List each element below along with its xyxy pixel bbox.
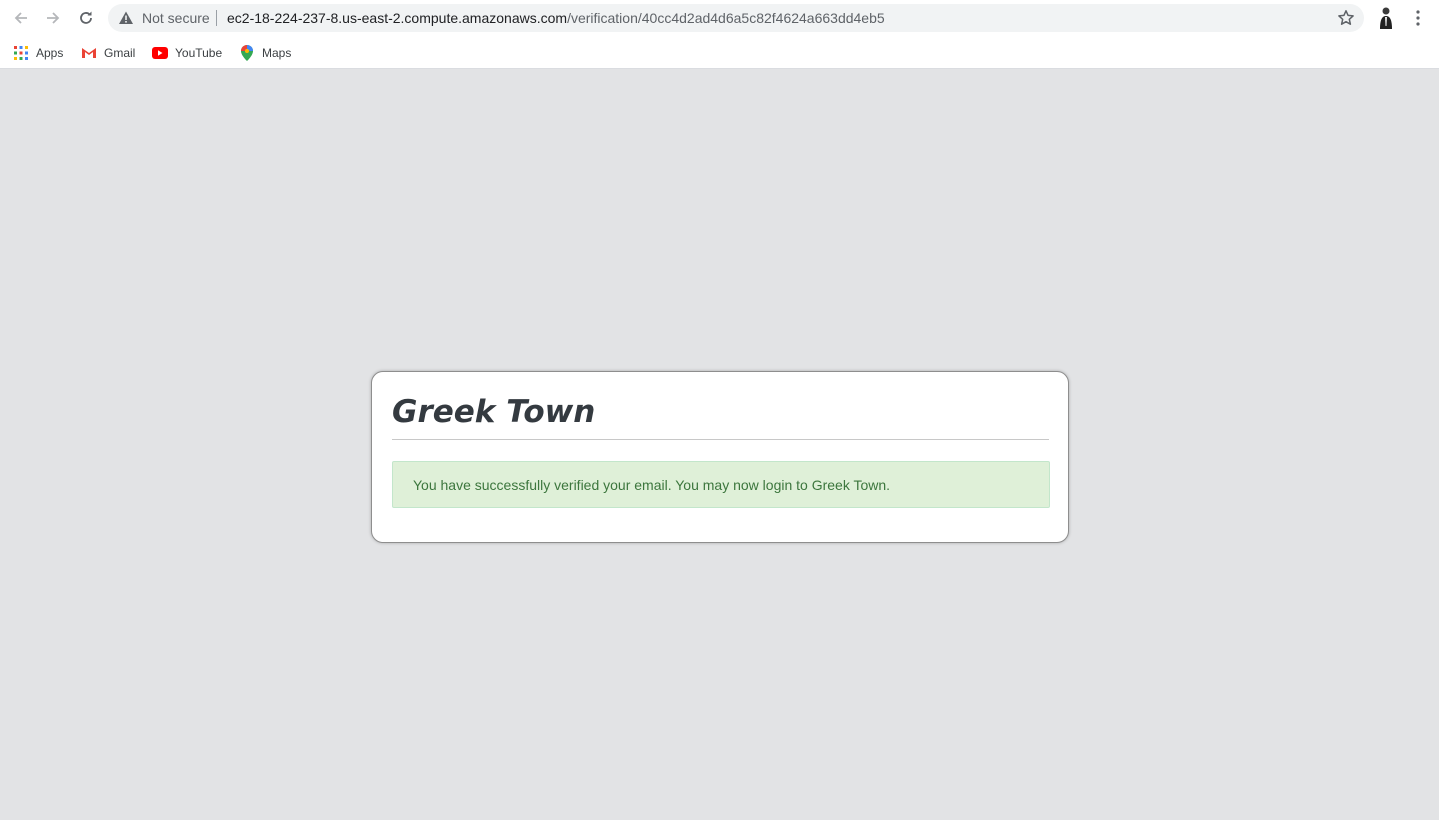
bookmark-maps[interactable]: Maps [239,42,291,64]
title-divider [392,439,1049,440]
success-alert: You have successfully verified your emai… [392,461,1050,508]
success-message: You have successfully verified your emai… [413,477,891,493]
warning-icon [119,11,133,24]
kebab-menu-icon [1416,10,1420,26]
bookmark-star-icon[interactable] [1337,9,1355,27]
maps-icon [239,45,255,61]
verification-card: Greek Town You have successfully verifie… [371,371,1069,543]
url-host: ec2-18-224-237-8.us-east-2.compute.amazo… [227,10,568,26]
bookmark-label: Maps [262,46,292,60]
page-title: Greek Town [392,394,596,430]
bookmark-label: YouTube [175,46,223,60]
address-bar[interactable]: Not secure ec2-18-224-237-8.us-east-2.co… [108,4,1364,32]
bookmark-label: Apps [36,46,64,60]
address-separator [216,10,217,26]
browser-toolbar: Not secure ec2-18-224-237-8.us-east-2.co… [0,0,1439,37]
back-button[interactable] [9,6,33,30]
back-arrow-icon [14,12,27,24]
apps-grid-icon [13,45,29,61]
browser-menu-button[interactable] [1409,8,1427,28]
url-path: /verification/40cc4d2ad4d6a5c82f4624a663… [567,10,885,26]
youtube-icon [152,45,168,61]
forward-arrow-icon [47,12,60,24]
reload-icon [80,11,92,24]
bookmark-apps[interactable]: Apps [13,42,63,64]
bookmarks-bar: Apps Gmail YouTube Maps [0,37,1439,69]
avatar-icon [1380,7,1392,29]
url-text[interactable]: ec2-18-224-237-8.us-east-2.compute.amazo… [227,10,885,26]
security-status[interactable]: Not secure [142,10,210,26]
bookmark-gmail[interactable]: Gmail [81,42,135,64]
reload-button[interactable] [74,6,98,30]
bookmark-youtube[interactable]: YouTube [152,42,222,64]
profile-avatar[interactable] [1374,6,1398,30]
forward-button[interactable] [41,6,65,30]
gmail-icon [81,45,97,61]
bookmark-label: Gmail [104,46,136,60]
